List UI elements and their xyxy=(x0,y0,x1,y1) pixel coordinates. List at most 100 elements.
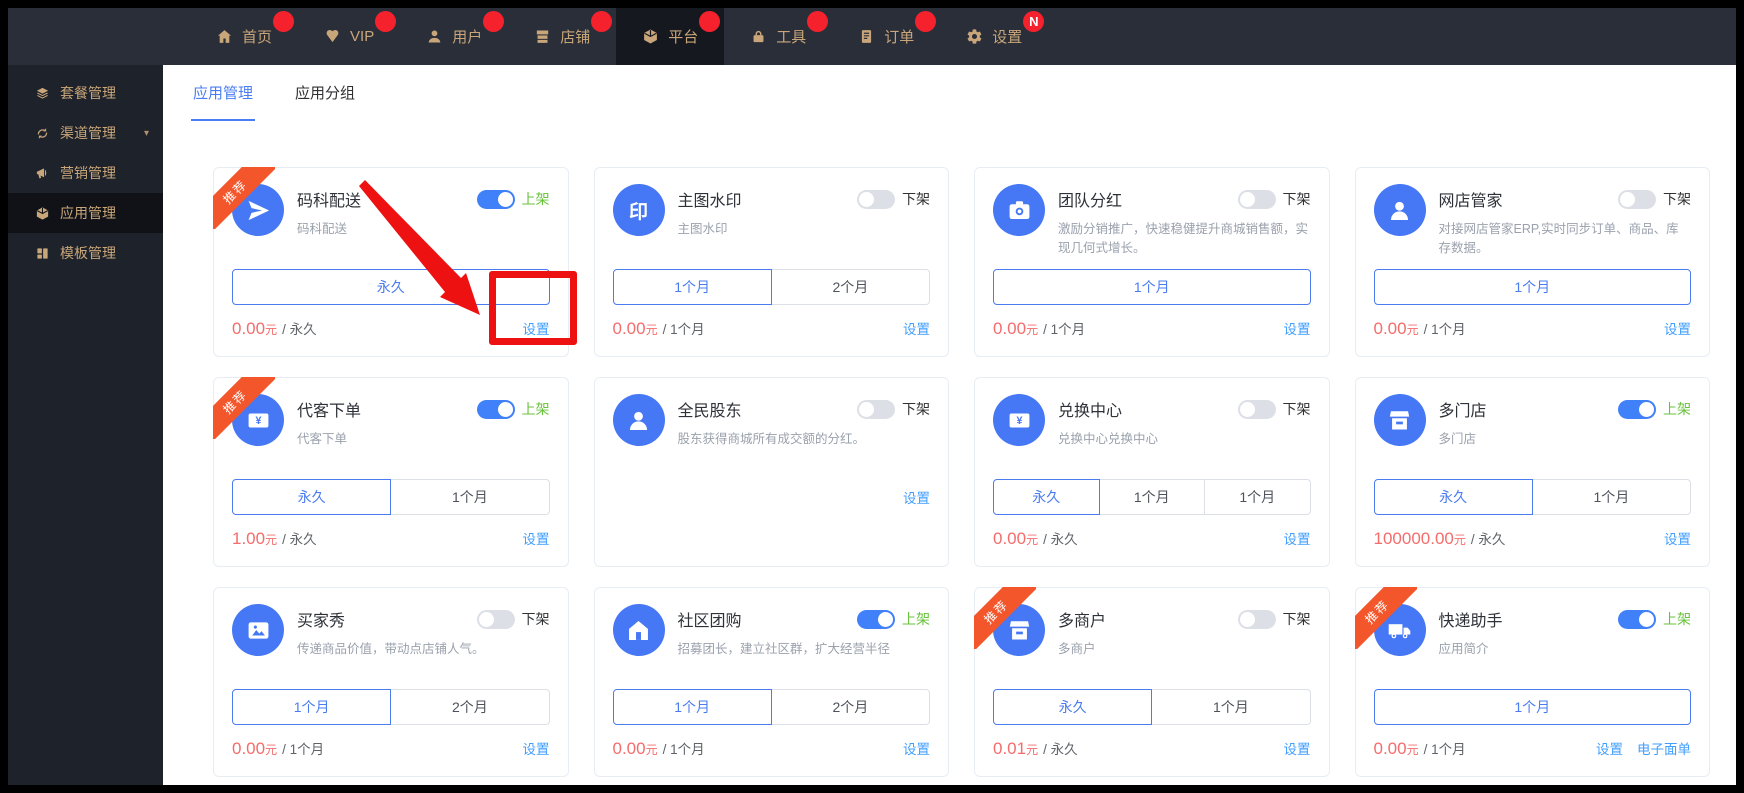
app-title: 快递助手 xyxy=(1439,607,1503,631)
nav-item-首页[interactable]: 首页 xyxy=(190,8,298,65)
nav-item-VIP[interactable]: VIP xyxy=(298,8,400,65)
duration-option[interactable]: 永久 xyxy=(1374,479,1533,515)
publish-toggle[interactable] xyxy=(477,400,515,419)
settings-link[interactable]: 设置 xyxy=(523,738,550,758)
publish-toggle[interactable] xyxy=(1618,400,1656,419)
app-window: 首页 VIP 用户 店铺 平台 工具 订单 设置 N xyxy=(8,8,1736,785)
publish-toggle[interactable] xyxy=(1618,190,1656,209)
settings-link[interactable]: 设置 xyxy=(523,528,550,548)
nav-item-用户[interactable]: 用户 xyxy=(400,8,508,65)
settings-link[interactable]: 设置 xyxy=(1664,318,1691,338)
card-header: 印 主图水印 下架 主图水印 xyxy=(613,184,931,239)
card-links: 设置 xyxy=(523,318,550,338)
duration-option[interactable]: 2个月 xyxy=(771,269,930,305)
duration-option[interactable]: 1个月 xyxy=(1151,689,1310,725)
price-row: 1.00元/ 永久 设置 xyxy=(232,526,550,550)
app-price: 0.00元/ 1个月 xyxy=(1374,738,1466,759)
app-subtitle: 多商户 xyxy=(1058,640,1311,659)
publish-toggle[interactable] xyxy=(1238,610,1276,629)
sidebar-item-营销管理[interactable]: 营销管理 ▾ xyxy=(8,153,163,193)
photo-icon xyxy=(232,604,284,656)
nav-item-平台[interactable]: 平台 xyxy=(616,8,724,65)
duration-option[interactable]: 1个月 xyxy=(1099,479,1206,515)
sidebar-item-应用管理[interactable]: 应用管理 ▾ xyxy=(8,193,163,233)
app-subtitle: 兑换中心兑换中心 xyxy=(1058,430,1311,449)
main-content: 应用管理 应用分组 推荐 码科配送 上架 码科配送 永久 0.00 xyxy=(163,65,1736,785)
sidebar-item-label: 营销管理 xyxy=(60,163,116,183)
platform-icon xyxy=(642,28,659,45)
tab-app-management[interactable]: 应用管理 xyxy=(191,65,255,121)
ticket-icon: ¥ xyxy=(232,394,284,446)
duration-option[interactable]: 1个月 xyxy=(613,269,772,305)
settings-link[interactable]: 设置 xyxy=(1284,318,1311,338)
sidebar-item-套餐管理[interactable]: 套餐管理 ▾ xyxy=(8,73,163,113)
duration-option[interactable]: 1个月 xyxy=(1374,689,1692,725)
duration-option[interactable]: 1个月 xyxy=(1532,479,1691,515)
app-price: 0.00元/ 永久 xyxy=(993,528,1078,549)
card-links: 设置电子面单 xyxy=(1596,738,1691,758)
duration-option[interactable]: 1个月 xyxy=(1204,479,1311,515)
app-title: 买家秀 xyxy=(297,607,345,631)
settings-link[interactable]: 设置 xyxy=(1284,738,1311,758)
publish-toggle[interactable] xyxy=(1238,190,1276,209)
settings-link[interactable]: 设置 xyxy=(1284,528,1311,548)
duration-option[interactable]: 永久 xyxy=(993,479,1100,515)
app-card-买家秀: 买家秀 下架 传递商品价值，带动点店铺人气。 1个月2个月 0.00元/ 1个月… xyxy=(213,587,569,777)
nav-item-设置[interactable]: 设置 N xyxy=(940,8,1048,65)
publish-status: 下架 xyxy=(902,399,930,419)
duration-option[interactable]: 永久 xyxy=(232,479,391,515)
duration-options: 1个月 xyxy=(993,269,1311,305)
settings-link[interactable]: 设置 xyxy=(903,318,930,338)
sidebar-item-模板管理[interactable]: 模板管理 ▾ xyxy=(8,233,163,273)
duration-option[interactable]: 1个月 xyxy=(1374,269,1692,305)
shop-icon xyxy=(534,28,551,45)
app-price: 1.00元/ 永久 xyxy=(232,528,317,549)
price-row: 0.00元/ 1个月 设置 xyxy=(993,316,1311,340)
price-row: 0.00元/ 永久 设置 xyxy=(232,316,550,340)
tab-app-groups[interactable]: 应用分组 xyxy=(293,65,357,121)
nav-item-label: 用户 xyxy=(452,26,482,47)
app-description: 招募团长，建立社区群，扩大经营半径 xyxy=(678,640,931,659)
duration-options: 1个月2个月 xyxy=(232,689,550,725)
sidebar-item-渠道管理[interactable]: 渠道管理 ▾ xyxy=(8,113,163,153)
settings-link[interactable]: 设置 xyxy=(523,318,550,338)
duration-option[interactable]: 1个月 xyxy=(390,479,549,515)
card-links: 设置 xyxy=(523,528,550,548)
sidebar-item-label: 套餐管理 xyxy=(60,83,116,103)
publish-toggle[interactable] xyxy=(857,610,895,629)
duration-option[interactable]: 1个月 xyxy=(613,689,772,725)
app-card-快递助手: 推荐 快递助手 上架 应用简介 1个月 0.00元/ 1个月 设置电子面单 xyxy=(1355,587,1711,777)
publish-status: 下架 xyxy=(1283,399,1311,419)
settings-link[interactable]: 设置 xyxy=(1596,738,1623,758)
e-waybill-link[interactable]: 电子面单 xyxy=(1637,738,1691,758)
order-icon xyxy=(858,28,875,45)
chevron-down-icon: ▾ xyxy=(144,128,149,139)
card-header: 多门店 上架 多门店 xyxy=(1374,394,1692,449)
publish-toggle[interactable] xyxy=(1238,400,1276,419)
publish-toggle[interactable] xyxy=(477,610,515,629)
publish-status: 下架 xyxy=(1663,189,1691,209)
nav-item-店铺[interactable]: 店铺 xyxy=(508,8,616,65)
duration-option[interactable]: 1个月 xyxy=(993,269,1311,305)
publish-toggle[interactable] xyxy=(857,400,895,419)
duration-option[interactable]: 永久 xyxy=(232,269,550,305)
settings-link[interactable]: 设置 xyxy=(903,487,930,507)
card-header: 多商户 下架 多商户 xyxy=(993,604,1311,659)
nav-item-工具[interactable]: 工具 xyxy=(724,8,832,65)
card-links: 设置 xyxy=(523,738,550,758)
publish-toggle[interactable] xyxy=(1618,610,1656,629)
duration-option[interactable]: 2个月 xyxy=(771,689,930,725)
app-description: 股东获得商城所有成交额的分红。 xyxy=(678,430,931,449)
nav-item-label: 设置 xyxy=(992,26,1022,47)
duration-options: 1个月 xyxy=(1374,269,1692,305)
price-row: 0.00元/ 1个月 设置 xyxy=(1374,316,1692,340)
settings-link[interactable]: 设置 xyxy=(903,738,930,758)
duration-option[interactable]: 永久 xyxy=(993,689,1152,725)
app-price: 0.00元/ 1个月 xyxy=(613,738,705,759)
nav-item-订单[interactable]: 订单 xyxy=(832,8,940,65)
duration-option[interactable]: 1个月 xyxy=(232,689,391,725)
settings-link[interactable]: 设置 xyxy=(1664,528,1691,548)
publish-toggle[interactable] xyxy=(477,190,515,209)
publish-toggle[interactable] xyxy=(857,190,895,209)
duration-option[interactable]: 2个月 xyxy=(390,689,549,725)
